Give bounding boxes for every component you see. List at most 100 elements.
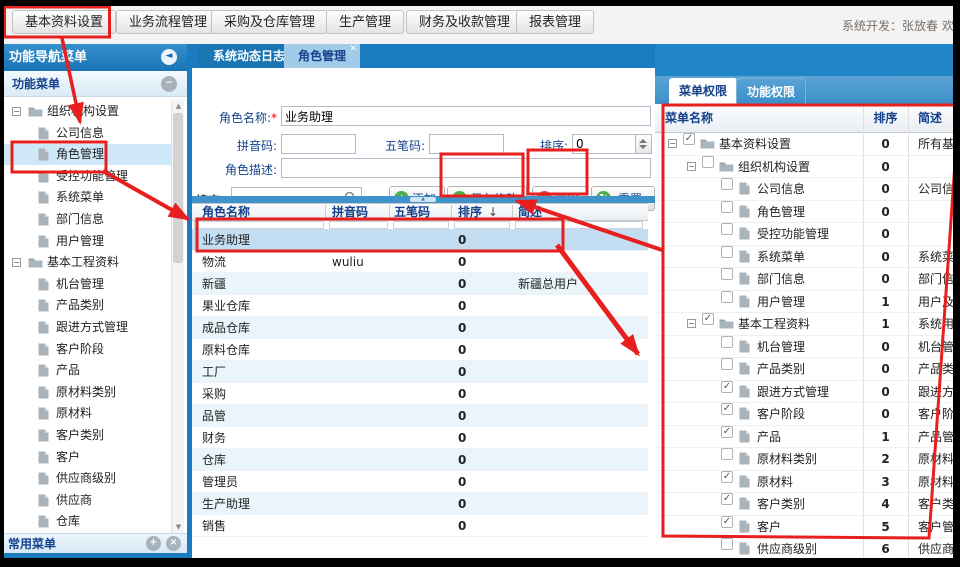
checkbox-checked[interactable]: ✓ (721, 381, 733, 393)
permission-row[interactable]: 供应商级别6供应商 (655, 538, 953, 558)
top-menu-item[interactable]: 报表管理 (516, 10, 594, 34)
spin-up-icon[interactable] (639, 139, 647, 143)
checkbox-unchecked[interactable] (721, 358, 733, 370)
permission-row[interactable]: ✓客户5客户管 (655, 516, 953, 539)
spin-down-icon[interactable] (639, 145, 647, 149)
sidebar-item-6[interactable]: 部门信息 (4, 209, 171, 230)
filter-input[interactable] (329, 221, 388, 229)
col-pinyin[interactable]: 拼音码 (332, 204, 368, 220)
checkbox-checked[interactable]: ✓ (721, 471, 733, 483)
sidebar-item-5[interactable]: 系统菜单 (4, 187, 171, 208)
clear-menu-icon[interactable]: × (166, 536, 181, 551)
sidebar-item-7[interactable]: 用户管理 (4, 231, 171, 252)
sidebar-item-20[interactable]: 仓库 (4, 511, 171, 532)
wubi-input[interactable] (429, 134, 504, 154)
filter-input[interactable] (194, 221, 324, 229)
tree-collapse-icon[interactable]: − (12, 258, 21, 267)
checkbox-unchecked[interactable] (721, 268, 733, 280)
table-row[interactable]: 果业仓库0 (192, 295, 648, 317)
top-menu-item[interactable]: 生产管理 (326, 10, 404, 34)
permission-row[interactable]: 部门信息0部门信 (655, 268, 953, 291)
table-row[interactable]: 生产助理0 (192, 493, 648, 515)
col-menu-sort[interactable]: 排序 (863, 104, 908, 132)
filter-input[interactable] (515, 221, 643, 229)
sidebar-item-1[interactable]: −组织机构设置 (4, 101, 171, 122)
sidebar-item-13[interactable]: 产品 (4, 360, 171, 381)
checkbox-unchecked[interactable] (721, 291, 733, 303)
checkbox-unchecked[interactable] (702, 156, 714, 168)
col-desc[interactable]: 简述 (518, 204, 542, 220)
sidebar-footer[interactable]: 常用菜单 + × (4, 533, 187, 553)
permission-row[interactable]: 产品类别0产品类 (655, 358, 953, 381)
table-row[interactable]: 仓库0 (192, 449, 648, 471)
table-row[interactable]: 业务助理0 (192, 229, 648, 251)
top-menu-item[interactable]: 基本资料设置 (12, 10, 116, 34)
sidebar-item-10[interactable]: 产品类别 (4, 295, 171, 316)
filter-input[interactable] (393, 221, 449, 229)
sidebar-section-header[interactable]: 功能菜单 − (4, 71, 187, 97)
sidebar-item-18[interactable]: 供应商级别 (4, 468, 171, 489)
scrollbar-thumb[interactable] (173, 113, 183, 263)
permission-row[interactable]: ✓产品1产品管 (655, 426, 953, 449)
sort-direction-icon[interactable]: ↓ (488, 204, 498, 220)
sidebar-item-3[interactable]: 角色管理 (4, 144, 171, 165)
col-menu-name[interactable]: 菜单名称 (665, 104, 713, 132)
table-row[interactable]: 销售0 (192, 515, 648, 537)
sidebar-item-12[interactable]: 客户阶段 (4, 339, 171, 360)
permission-row[interactable]: −✓基本资料设置0所有基 (655, 133, 953, 156)
permission-row[interactable]: −组织机构设置0 (655, 156, 953, 179)
checkbox-checked[interactable]: ✓ (721, 403, 733, 415)
tab-menu-permissions[interactable]: 菜单权限 (669, 78, 737, 104)
table-row[interactable]: 新疆0新疆总用户 (192, 273, 648, 295)
tree-collapse-icon[interactable]: − (668, 139, 677, 148)
pinyin-input[interactable] (281, 134, 356, 154)
sidebar-item-4[interactable]: 受控功能管理 (4, 166, 171, 187)
table-row[interactable]: 成品仓库0 (192, 317, 648, 339)
table-row[interactable]: 物流wuliu0 (192, 251, 648, 273)
col-role-name[interactable]: 角色名称 (202, 204, 250, 220)
permission-row[interactable]: ✓客户类别4客户类 (655, 493, 953, 516)
checkbox-unchecked[interactable] (721, 201, 733, 213)
close-icon[interactable]: ✕ (349, 45, 357, 54)
permission-row[interactable]: 用户管理1用户及 (655, 291, 953, 314)
scroll-up-icon[interactable]: ▲ (172, 100, 185, 112)
permission-row[interactable]: 公司信息0公司信 (655, 178, 953, 201)
sidebar-item-17[interactable]: 客户 (4, 447, 171, 468)
table-row[interactable]: 采购0 (192, 383, 648, 405)
checkbox-unchecked[interactable] (721, 538, 733, 550)
col-sort[interactable]: 排序 (458, 204, 482, 220)
checkbox-unchecked[interactable] (721, 223, 733, 235)
top-menu-item[interactable]: 财务及收款管理 (406, 10, 523, 34)
add-menu-icon[interactable]: + (146, 536, 161, 551)
table-row[interactable]: 财务0 (192, 427, 648, 449)
collapse-splitter[interactable]: ▲ (192, 196, 655, 203)
sidebar-item-15[interactable]: 原材料 (4, 403, 171, 424)
permission-row[interactable]: ✓客户阶段0客户阶 (655, 403, 953, 426)
table-row[interactable]: 管理员0 (192, 471, 648, 493)
checkbox-unchecked[interactable] (721, 178, 733, 190)
checkbox-checked[interactable]: ✓ (721, 493, 733, 505)
tab-role-manage[interactable]: 角色管理✕ (284, 44, 360, 68)
checkbox-checked[interactable]: ✓ (721, 426, 733, 438)
sidebar-item-2[interactable]: 公司信息 (4, 123, 171, 144)
sidebar-scrollbar[interactable]: ▲ ▼ (171, 100, 184, 533)
table-row[interactable]: 原料仓库0 (192, 339, 648, 361)
checkbox-checked[interactable]: ✓ (683, 133, 695, 145)
sort-spinner[interactable] (636, 134, 652, 154)
tree-collapse-icon[interactable]: − (12, 107, 21, 116)
sort-input[interactable] (572, 134, 636, 154)
collapse-minus-icon[interactable]: − (161, 76, 177, 92)
col-wubi[interactable]: 五笔码 (394, 204, 430, 220)
checkbox-checked[interactable]: ✓ (702, 313, 714, 325)
permission-row[interactable]: −✓基本工程资料1系统用 (655, 313, 953, 336)
sidebar-item-11[interactable]: 跟进方式管理 (4, 317, 171, 338)
role-desc-input[interactable] (281, 158, 651, 178)
sidebar-item-8[interactable]: −基本工程资料 (4, 252, 171, 273)
table-row[interactable]: 工厂0 (192, 361, 648, 383)
scroll-down-icon[interactable]: ▼ (172, 521, 185, 533)
top-menu-item[interactable]: 业务流程管理 (116, 10, 220, 34)
permission-row[interactable]: ✓跟进方式管理0跟进方 (655, 381, 953, 404)
filter-input[interactable] (454, 221, 510, 229)
checkbox-checked[interactable]: ✓ (721, 516, 733, 528)
permission-row[interactable]: 受控功能管理0 (655, 223, 953, 246)
